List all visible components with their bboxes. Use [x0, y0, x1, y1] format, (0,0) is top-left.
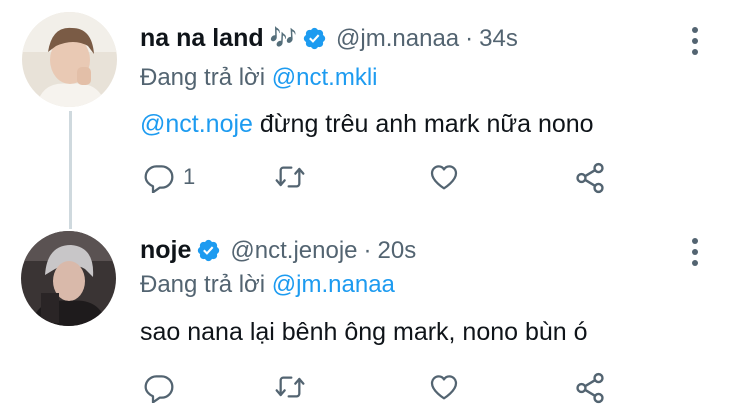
tweet-text: @nct.noje đừng trêu anh mark nữa nono — [140, 110, 594, 139]
heart-icon — [428, 371, 460, 403]
tweet-body: đừng trêu anh mark nữa nono — [252, 110, 594, 138]
tweet-text: sao nana lại bênh ông mark, nono bùn ó — [140, 318, 588, 346]
avatar[interactable] — [22, 12, 117, 107]
retweet-button[interactable] — [273, 161, 307, 193]
replying-to: Đang trả lời @nct.mkli — [140, 64, 378, 92]
separator-dot: · — [363, 236, 372, 264]
replying-to-label: Đang trả lời — [140, 271, 266, 298]
retweet-button[interactable] — [273, 371, 307, 403]
display-name[interactable]: na na land — [140, 24, 264, 53]
verified-badge-icon — [302, 26, 327, 51]
tweet-header: noje @nct.jenoje · 20s — [140, 236, 416, 265]
heart-icon — [428, 161, 460, 193]
thread-connector-line — [69, 111, 72, 229]
reply-button[interactable] — [143, 371, 183, 403]
reply-count: 1 — [183, 164, 196, 189]
retweet-icon — [273, 161, 307, 193]
more-options-icon[interactable] — [690, 237, 700, 267]
tweet-actions — [130, 371, 730, 411]
replying-to-mention[interactable]: @jm.nanaa — [272, 271, 395, 298]
reply-button[interactable]: 1 — [143, 161, 195, 193]
share-button[interactable] — [573, 371, 607, 405]
share-icon — [573, 161, 607, 195]
retweet-icon — [273, 371, 307, 403]
tweet-actions: 1 — [130, 161, 730, 201]
replying-to-label: Đang trả lời — [140, 64, 266, 91]
music-notes-emoji: 🎶 — [269, 26, 298, 51]
reply-icon — [143, 161, 175, 193]
like-button[interactable] — [428, 161, 460, 193]
avatar[interactable] — [21, 231, 116, 326]
user-handle[interactable]: @jm.nanaa — [336, 25, 459, 53]
more-options-icon[interactable] — [690, 26, 700, 56]
timestamp[interactable]: 20s — [378, 237, 417, 265]
replying-to-mention[interactable]: @nct.mkli — [272, 64, 378, 91]
tweet-header: na na land 🎶 @jm.nanaa · 34s — [140, 24, 518, 53]
timestamp[interactable]: 34s — [479, 25, 518, 53]
like-button[interactable] — [428, 371, 460, 403]
share-icon — [573, 371, 607, 405]
user-handle[interactable]: @nct.jenoje — [230, 237, 357, 265]
verified-badge-icon — [196, 238, 221, 263]
display-name[interactable]: noje — [140, 236, 191, 265]
share-button[interactable] — [573, 161, 607, 195]
mention-link[interactable]: @nct.noje — [140, 110, 253, 138]
replying-to: Đang trả lời @jm.nanaa — [140, 271, 395, 299]
separator-dot: · — [465, 24, 474, 52]
reply-icon — [143, 371, 175, 403]
